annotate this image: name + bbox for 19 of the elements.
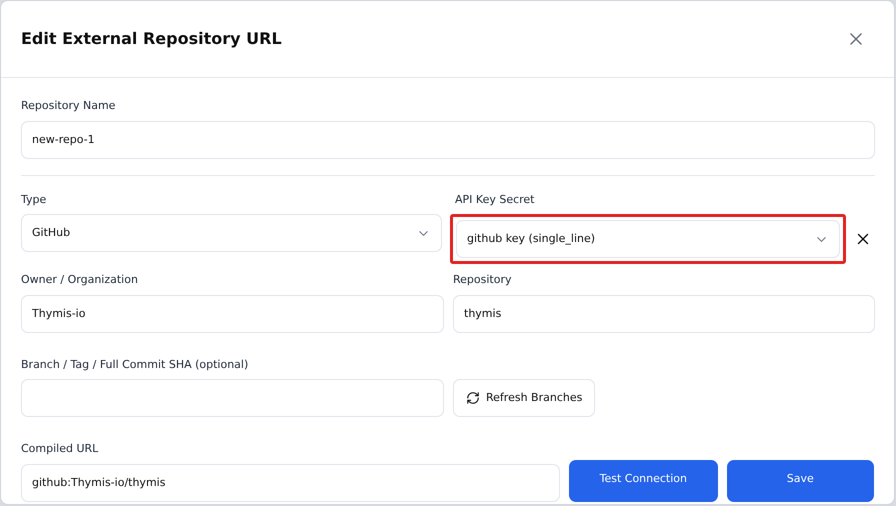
- text-field[interactable]: new-repo-1: [21, 120, 875, 158]
- field-label: Type: [21, 192, 48, 208]
- select-dropdown[interactable]: GitHub: [21, 214, 442, 252]
- text-field[interactable]: [21, 379, 444, 417]
- field-label: Repository: [453, 272, 512, 288]
- save-button[interactable]: Save: [726, 460, 874, 502]
- field-label: Compiled URL: [21, 441, 100, 457]
- refresh-branches-button[interactable]: Refresh Branches: [453, 379, 596, 417]
- field-label: API Key Secret: [455, 192, 536, 208]
- text-field[interactable]: Thymis-io: [21, 294, 444, 332]
- refresh-icon: [466, 391, 480, 405]
- text-field[interactable]: thymis: [453, 294, 875, 332]
- field-label: Repository Name: [21, 98, 116, 114]
- field-label: Branch / Tag / Full Commit SHA (optional): [21, 356, 250, 372]
- select-dropdown[interactable]: github key (single_line): [456, 220, 840, 258]
- test-connection-button[interactable]: Test Connection: [569, 460, 718, 502]
- dialog-title: Edit External Repository URL: [21, 28, 282, 50]
- field-label: Owner / Organization: [21, 272, 139, 288]
- text-field[interactable]: github:Thymis-io/thymis: [21, 464, 560, 502]
